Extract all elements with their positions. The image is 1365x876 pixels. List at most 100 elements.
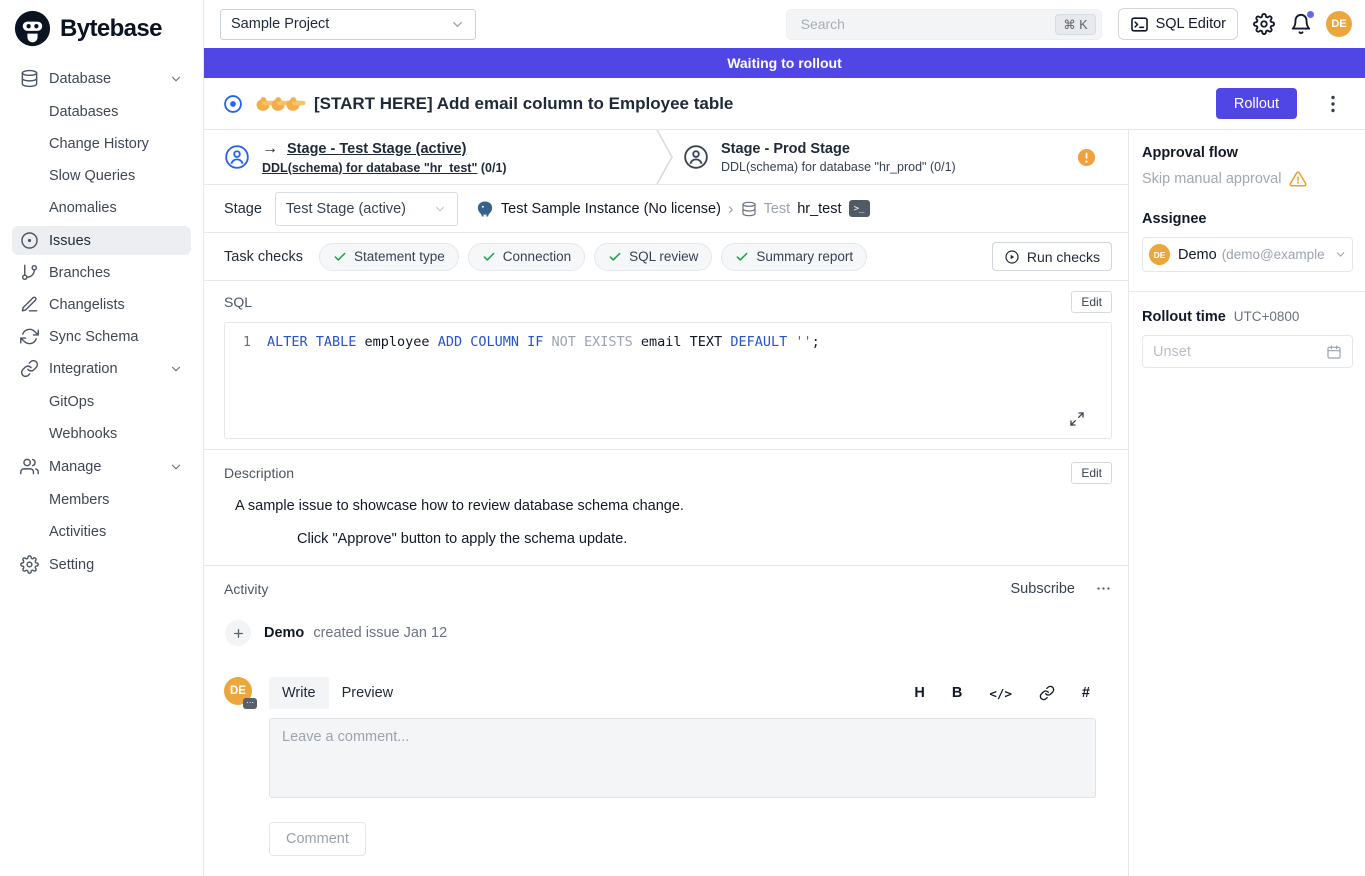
tab-write[interactable]: Write — [269, 677, 329, 709]
sidebar-item-branches[interactable]: Branches — [12, 258, 191, 287]
brand-logo[interactable]: Bytebase — [12, 8, 191, 61]
sidebar-item-gitops[interactable]: GitOps — [12, 388, 191, 415]
check-pill-label: Statement type — [354, 249, 445, 264]
speech-bubble-badge-icon: ⋯ — [243, 698, 257, 709]
terminal-icon — [1130, 15, 1149, 34]
assignee-name: Demo — [1178, 247, 1217, 263]
database-icon — [20, 69, 39, 88]
stage-card-prod[interactable]: Stage - Prod Stage DDL(schema) for datab… — [673, 130, 1128, 184]
hash-reference-button[interactable]: # — [1082, 685, 1090, 701]
sidebar-item-changelists[interactable]: Changelists — [12, 290, 191, 319]
sidebar-item-databases[interactable]: Databases — [12, 98, 191, 125]
database-name[interactable]: hr_test — [797, 201, 841, 217]
sidebar-item-members[interactable]: Members — [12, 486, 191, 513]
assignee-avatar: DE — [1149, 244, 1170, 265]
comment-submit-button[interactable]: Comment — [269, 822, 366, 856]
chevron-down-icon — [169, 460, 183, 474]
stage-progress: (0/1) — [930, 160, 956, 174]
comment-tabs: Write Preview H B </> # — [269, 677, 1096, 709]
sidebar-item-integration[interactable]: Integration — [12, 354, 191, 383]
database-icon — [741, 201, 757, 217]
environment-name: Test — [764, 201, 791, 217]
check-pill-label: Connection — [503, 249, 571, 264]
code-format-button[interactable]: </> — [989, 686, 1012, 701]
bold-format-button[interactable]: B — [952, 685, 962, 701]
sidebar-item-webhooks[interactable]: Webhooks — [12, 420, 191, 447]
heading-format-button[interactable]: H — [914, 685, 924, 701]
sql-editor-label: SQL Editor — [1156, 16, 1226, 32]
activity-label: Activity — [224, 581, 268, 597]
rollout-time-value: Unset — [1153, 344, 1191, 360]
comment-input[interactable] — [269, 718, 1096, 798]
chevron-right-separator: › — [728, 199, 734, 219]
status-banner: Waiting to rollout — [204, 48, 1365, 78]
assignee-dropdown[interactable]: DE Demo (demo@example — [1142, 237, 1353, 272]
gear-icon — [20, 555, 39, 574]
sidebar-item-manage[interactable]: Manage — [12, 452, 191, 481]
calendar-icon — [1326, 344, 1342, 360]
rollout-time-label: Rollout time — [1142, 309, 1226, 325]
description-edit-button[interactable]: Edit — [1071, 462, 1112, 484]
sidebar-item-label: Sync Schema — [49, 329, 138, 345]
sql-token: '' — [795, 334, 811, 350]
sidebar-item-label: Branches — [49, 265, 110, 281]
stage-select-dropdown[interactable]: Test Stage (active) — [275, 192, 458, 226]
check-pill-summary-report[interactable]: Summary report — [721, 243, 867, 271]
database-breadcrumb: Test Sample Instance (No license) › Test… — [476, 199, 870, 219]
play-circle-icon — [1004, 249, 1020, 265]
current-stage-arrow: → — [262, 140, 278, 158]
sql-editor-button[interactable]: SQL Editor — [1118, 8, 1238, 40]
check-pill-connection[interactable]: Connection — [468, 243, 585, 271]
sql-section: SQL Edit 1 ALTER TABLE employee ADD COLU… — [204, 281, 1128, 449]
notifications-bell-icon[interactable] — [1290, 13, 1312, 35]
sql-edit-button[interactable]: Edit — [1071, 291, 1112, 313]
search-box[interactable]: ⌘ K — [786, 9, 1102, 40]
top-bar: Sample Project ⌘ K SQL Editor DE — [204, 0, 1365, 48]
sidebar-item-issues[interactable]: Issues — [12, 226, 191, 255]
project-selector[interactable]: Sample Project — [220, 9, 476, 40]
sidebar-item-setting[interactable]: Setting — [12, 550, 191, 579]
search-input[interactable] — [799, 15, 1056, 33]
expand-fullscreen-icon[interactable] — [1069, 411, 1085, 427]
stage-separator-chevron — [656, 130, 673, 184]
sidebar-item-slow-queries[interactable]: Slow Queries — [12, 162, 191, 189]
stage-progress: (0/1) — [481, 161, 507, 175]
sidebar-item-database[interactable]: Database — [12, 64, 191, 93]
sql-token: DEFAULT — [730, 334, 787, 350]
circle-dot-icon — [20, 231, 39, 250]
tab-preview[interactable]: Preview — [329, 677, 407, 709]
sql-token: employee — [356, 334, 437, 350]
subscribe-button[interactable]: Subscribe — [1011, 581, 1075, 597]
check-pill-sql-review[interactable]: SQL review — [594, 243, 712, 271]
ellipsis-menu-icon[interactable] — [1095, 580, 1112, 597]
assignee-label: Assignee — [1142, 211, 1353, 227]
rollout-time-picker[interactable]: Unset — [1142, 335, 1353, 368]
event-text: created issue Jan 12 — [313, 625, 447, 641]
panel-divider — [1129, 291, 1365, 292]
sidebar-item-change-history[interactable]: Change History — [12, 130, 191, 157]
comment-avatar: DE ⋯ — [224, 677, 252, 705]
instance-name[interactable]: Test Sample Instance (No license) — [501, 201, 721, 217]
check-pill-statement-type[interactable]: Statement type — [319, 243, 459, 271]
comment-toolbar: H B </> # — [914, 685, 1096, 701]
user-avatar[interactable]: DE — [1326, 11, 1352, 37]
line-number: 1 — [225, 334, 267, 350]
stage-card-test[interactable]: → Stage - Test Stage (active) DDL(schema… — [204, 130, 656, 184]
sidebar-item-sync-schema[interactable]: Sync Schema — [12, 322, 191, 351]
sql-editor[interactable]: 1 ALTER TABLE employee ADD COLUMN IF NOT… — [224, 322, 1112, 439]
check-icon — [333, 250, 347, 264]
search-shortcut-badge: ⌘ K — [1055, 14, 1095, 35]
open-sql-editor-badge[interactable]: >_ — [849, 200, 870, 217]
sql-token: email TEXT — [633, 334, 731, 350]
link-format-icon[interactable] — [1039, 685, 1055, 701]
sidebar-item-label: Integration — [49, 361, 118, 377]
sidebar-item-anomalies[interactable]: Anomalies — [12, 194, 191, 221]
kebab-menu-icon[interactable] — [1321, 92, 1345, 116]
run-checks-button[interactable]: Run checks — [992, 242, 1112, 271]
issue-title: [START HERE] Add email column to Employe… — [314, 94, 733, 114]
rollout-button[interactable]: Rollout — [1216, 88, 1297, 119]
approval-flow-label: Approval flow — [1142, 145, 1353, 161]
settings-gear-icon[interactable] — [1253, 13, 1275, 35]
sql-token: ; — [812, 334, 820, 350]
sidebar-item-activities[interactable]: Activities — [12, 518, 191, 545]
